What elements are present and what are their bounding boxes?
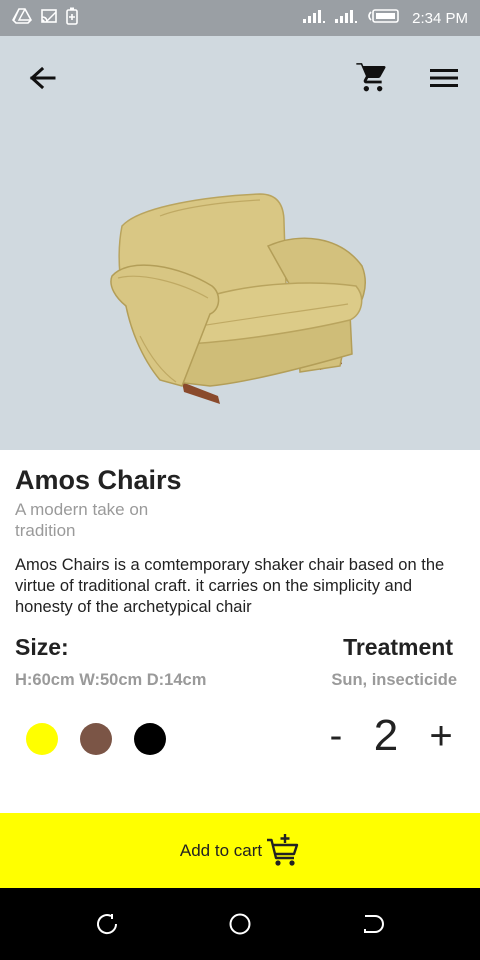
size-value: H:60cm W:50cm D:14cm: [15, 671, 207, 689]
signal-icon: [334, 8, 358, 29]
menu-icon: [430, 69, 458, 87]
treatment-value: Sun, insecticide: [331, 671, 457, 689]
color-swatch-brown[interactable]: [80, 723, 112, 755]
home-icon: [229, 913, 251, 935]
home-button[interactable]: [228, 912, 252, 936]
battery-icon: [366, 8, 400, 29]
recents-button[interactable]: [95, 912, 119, 936]
nav-back-icon: [364, 915, 384, 933]
color-swatch-yellow[interactable]: [26, 723, 58, 755]
drive-icon: [12, 7, 32, 29]
back-arrow-icon: [29, 66, 56, 90]
back-nav-button[interactable]: [361, 912, 385, 936]
status-left-icons: [12, 7, 78, 30]
add-to-cart-button[interactable]: Add to cart: [0, 813, 480, 888]
cart-button[interactable]: [352, 60, 390, 96]
quantity-decrement-button[interactable]: -: [324, 712, 348, 760]
product-hero: [0, 36, 480, 450]
recents-icon: [97, 914, 118, 935]
product-description: Amos Chairs is a comtemporary shaker cha…: [15, 556, 445, 616]
size-label: Size:: [15, 634, 69, 660]
cast-icon: [40, 8, 58, 29]
add-to-cart-icon: [267, 833, 299, 866]
armchair-image: [110, 193, 366, 404]
treatment-label: Treatment: [343, 634, 453, 660]
status-bar: 2:34 PM: [0, 0, 480, 36]
back-button[interactable]: [24, 62, 60, 94]
status-time: 2:34 PM: [412, 9, 468, 27]
product-title: Amos Chairs: [15, 465, 182, 495]
quantity-value: 2: [373, 711, 399, 760]
menu-button[interactable]: [426, 62, 462, 94]
signal-icon: [302, 8, 326, 29]
add-to-cart-label: Add to cart: [179, 840, 263, 860]
top-app-bar: [0, 36, 480, 120]
product-subtitle: A modern take on tradition: [15, 500, 149, 540]
system-nav-bar: [0, 888, 480, 960]
cart-icon: [356, 63, 386, 92]
status-right-icons: 2:34 PM: [302, 8, 468, 29]
quantity-increment-button[interactable]: +: [424, 712, 458, 760]
battery-saver-icon: [66, 7, 78, 30]
color-swatch-black[interactable]: [134, 723, 166, 755]
